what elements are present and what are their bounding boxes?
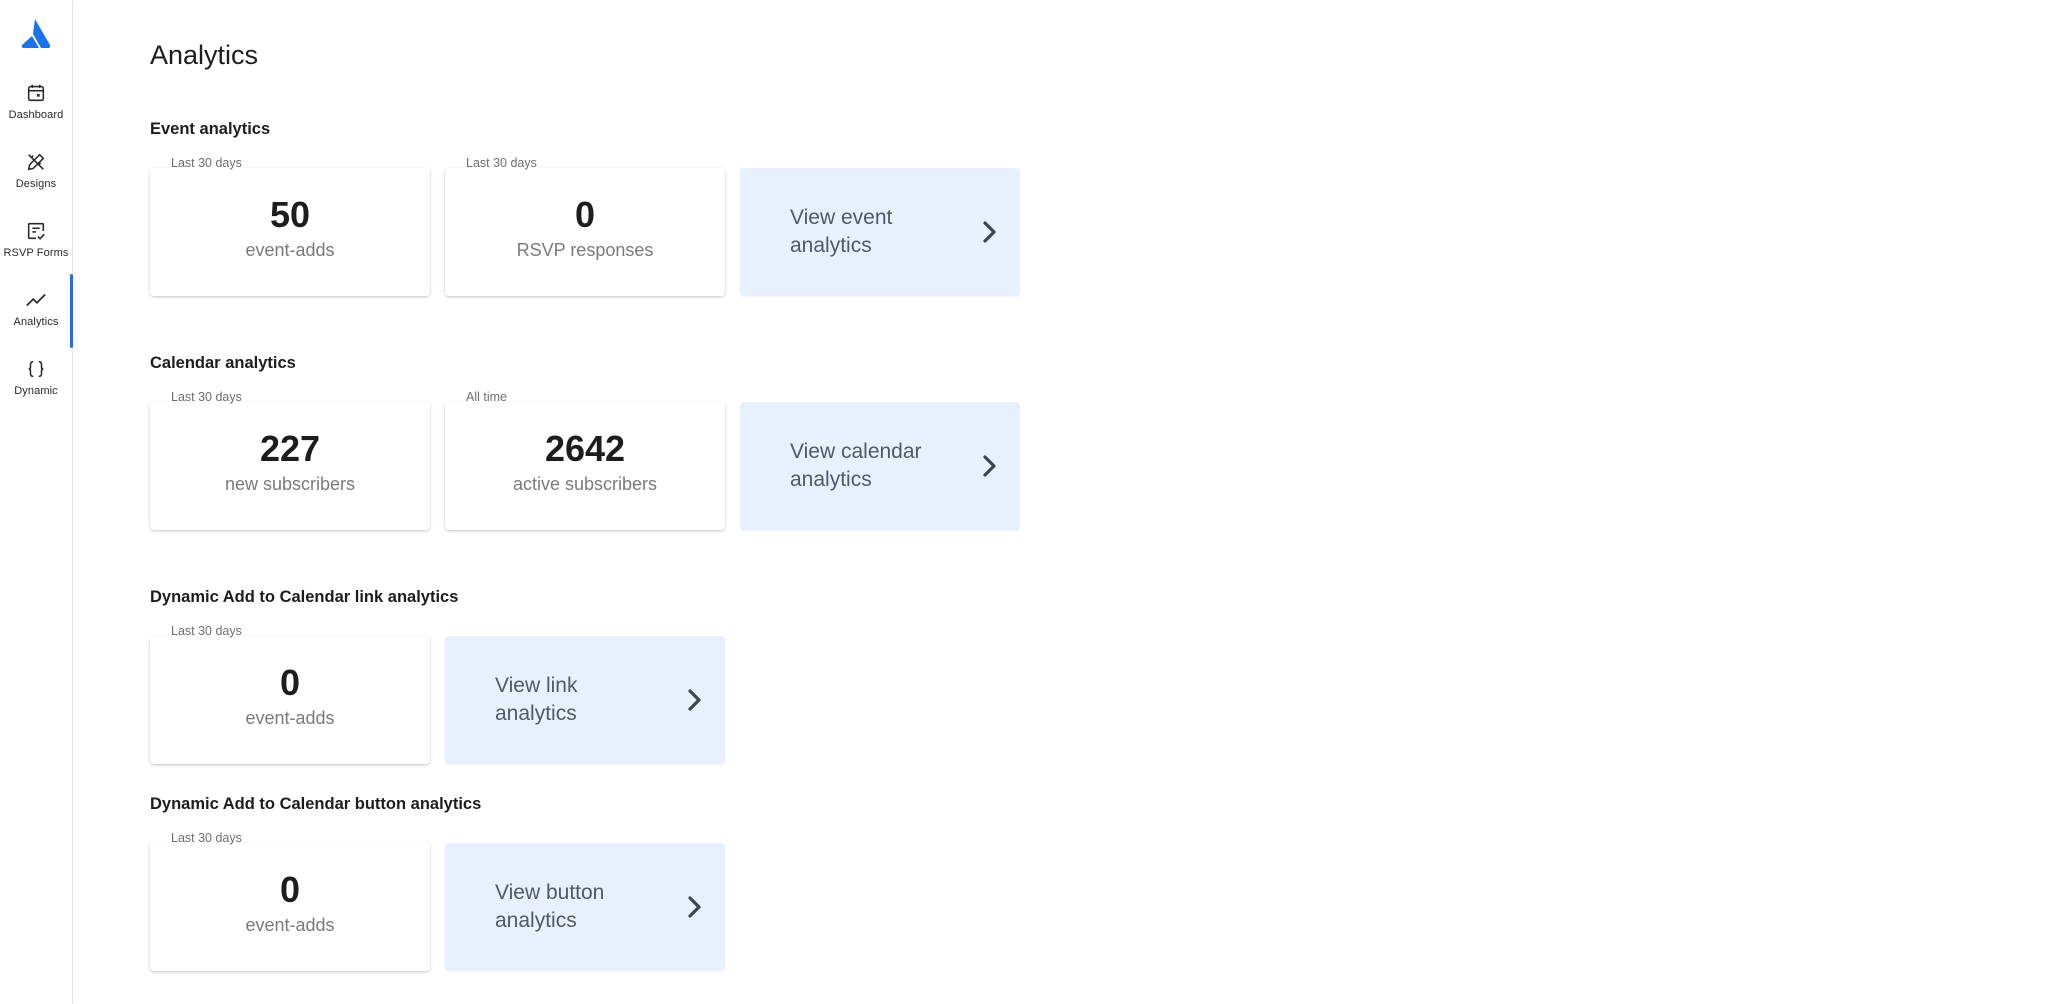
sidebar-item-label: Dashboard — [8, 108, 64, 121]
section-title-dynamic-link-analytics: Dynamic Add to Calendar link analytics — [150, 588, 459, 606]
section-title-calendar-analytics: Calendar analytics — [150, 354, 296, 372]
link-label: View button analytics — [495, 881, 605, 932]
stat-label: new subscribers — [224, 474, 356, 494]
view-calendar-analytics-link[interactable]: View calendar analytics — [740, 402, 1020, 530]
stat-label: event-adds — [245, 708, 335, 728]
stat-period: Last 30 days — [465, 156, 538, 170]
pencil-ruler-icon — [27, 153, 45, 170]
section-title-event-analytics: Event analytics — [150, 120, 271, 138]
link-label: View event analytics — [790, 206, 893, 257]
stat-card-event-adds: Last 30 days 50 event-adds — [150, 156, 430, 296]
sidebar-item-label: Designs — [15, 177, 57, 190]
page-title: Analytics — [150, 40, 259, 70]
sidebar-item-label: Analytics — [13, 315, 59, 328]
main-content: Analytics Event analytics Last 30 days 5… — [150, 0, 2048, 1004]
calendar-icon — [27, 84, 45, 101]
curly-braces-icon — [28, 360, 44, 377]
form-check-icon — [27, 222, 45, 240]
sidebar-item-dynamic[interactable]: Dynamic — [0, 343, 72, 411]
app-logo-icon[interactable] — [19, 18, 53, 50]
stat-value: 227 — [259, 428, 321, 469]
sidebar: Dashboard Designs RSVP Forms Analytics D… — [0, 0, 73, 1004]
stat-period: All time — [465, 390, 508, 404]
link-label: View link analytics — [495, 674, 578, 725]
stat-card-rsvp-responses: Last 30 days 0 RSVP responses — [445, 156, 725, 296]
section-title-dynamic-button-analytics: Dynamic Add to Calendar button analytics — [150, 795, 482, 813]
stat-value: 2642 — [544, 428, 626, 469]
view-button-analytics-link[interactable]: View button analytics — [445, 843, 725, 971]
stat-label: active subscribers — [512, 474, 658, 494]
chevron-right-icon — [688, 896, 701, 918]
stat-card-active-subscribers: All time 2642 active subscribers — [445, 390, 725, 530]
sidebar-item-label: Dynamic — [14, 384, 58, 397]
stat-label: event-adds — [245, 915, 335, 935]
sidebar-item-designs[interactable]: Designs — [0, 136, 72, 204]
stat-value: 50 — [269, 194, 311, 235]
chevron-right-icon — [688, 689, 701, 711]
sidebar-item-label: RSVP Forms — [3, 246, 69, 259]
stat-period: Last 30 days — [170, 624, 243, 638]
stat-value: 0 — [574, 194, 596, 235]
stat-card-new-subscribers: Last 30 days 227 new subscribers — [150, 390, 430, 530]
stat-label: RSVP responses — [516, 240, 654, 260]
stat-label: event-adds — [245, 240, 335, 260]
view-link-analytics-link[interactable]: View link analytics — [445, 636, 725, 764]
sidebar-item-rsvp-forms[interactable]: RSVP Forms — [0, 205, 72, 273]
view-event-analytics-link[interactable]: View event analytics — [740, 168, 1020, 296]
stat-period: Last 30 days — [170, 831, 243, 845]
stat-value: 0 — [279, 662, 301, 703]
stat-value: 0 — [279, 869, 301, 910]
chevron-right-icon — [983, 455, 996, 477]
stat-card-link-event-adds: Last 30 days 0 event-adds — [150, 624, 430, 764]
sidebar-item-analytics[interactable]: Analytics — [0, 274, 73, 348]
link-label: View calendar analytics — [790, 440, 922, 491]
chevron-right-icon — [983, 221, 996, 243]
trend-line-icon — [26, 293, 46, 306]
stat-period: Last 30 days — [170, 390, 243, 404]
sidebar-item-dashboard[interactable]: Dashboard — [0, 67, 72, 135]
stat-card-button-event-adds: Last 30 days 0 event-adds — [150, 831, 430, 971]
stat-period: Last 30 days — [170, 156, 243, 170]
